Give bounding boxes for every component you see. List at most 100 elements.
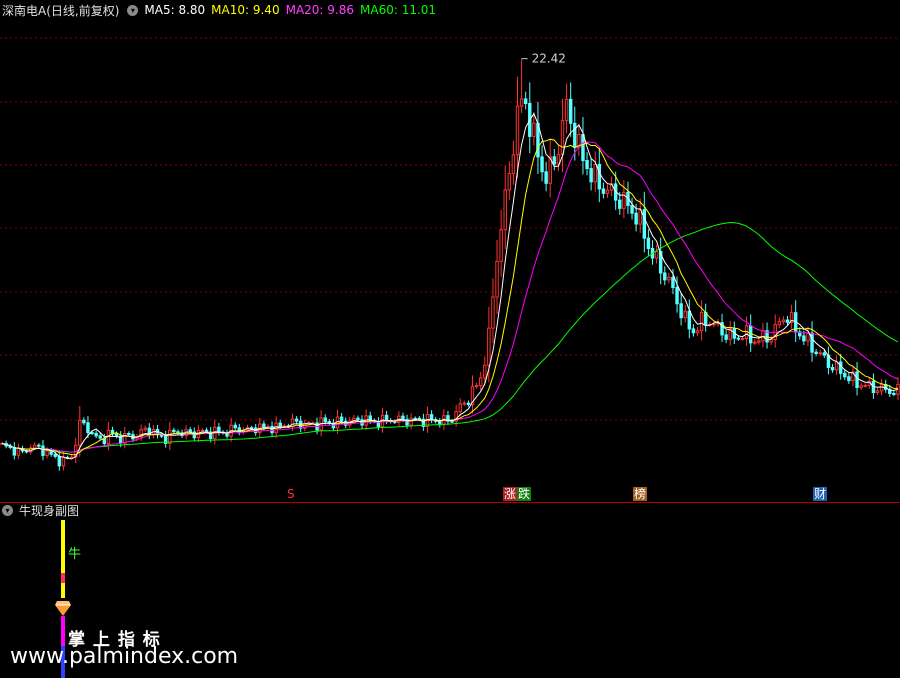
candle-body [523, 98, 528, 105]
candle-body [736, 337, 741, 340]
candle-body [859, 385, 863, 388]
candle-body [687, 310, 692, 330]
candle-body [519, 98, 524, 107]
candle-body [323, 417, 327, 423]
main-chart-header: 深南电A(日线,前复权) ▾ MA5: 8.80 MA10: 9.40 MA20… [0, 0, 442, 20]
ma5-value: MA5: 8.80 [144, 3, 206, 17]
candle-body [82, 419, 86, 424]
candle-body [278, 422, 282, 427]
candle-body [663, 272, 667, 281]
candle-body [127, 433, 131, 436]
candle-body [568, 98, 573, 124]
event-badge-s[interactable]: S [286, 487, 296, 501]
candle-body [679, 303, 683, 319]
candle-body [483, 364, 487, 379]
diamond-icon [55, 601, 71, 616]
ma10-line [1, 138, 899, 456]
bull-label: 牛 [68, 547, 82, 562]
candle-body [564, 98, 569, 122]
signal-bar-magenta [61, 616, 65, 646]
candle-body [589, 168, 593, 183]
candle-body [294, 418, 299, 422]
candle-body [474, 385, 479, 388]
candle-body [69, 456, 74, 459]
candle-body [634, 212, 638, 225]
candle-body [544, 171, 548, 184]
candle-body [646, 237, 651, 249]
candle-body [45, 450, 49, 456]
signal-bar-yellow-2 [61, 583, 65, 598]
candlestick-chart[interactable]: 22.42 [0, 0, 900, 503]
candle-body [57, 455, 62, 467]
dropdown-circle-icon[interactable]: ▾ [127, 4, 139, 16]
candle-body [630, 204, 634, 214]
candle-body [605, 189, 610, 194]
candle-body [491, 296, 495, 329]
event-badge-limit-up[interactable]: 涨 [503, 487, 518, 501]
candle-body [585, 160, 589, 170]
candle-body [41, 445, 45, 456]
candle-body [33, 444, 37, 449]
candle-body [822, 352, 827, 356]
event-badge-finance[interactable]: 财 [813, 487, 828, 501]
candle-body [78, 419, 82, 446]
candle-body [601, 188, 606, 194]
candle-body [339, 416, 344, 422]
main-chart-panel[interactable]: 22.42 深南电A(日线,前复权) ▾ MA5: 8.80 MA10: 9.4… [0, 0, 900, 503]
candle-body [879, 383, 884, 392]
candle-body [200, 429, 205, 432]
candle-body [806, 332, 810, 342]
candle-body [724, 334, 728, 340]
candle-body [409, 417, 413, 426]
peak-price-label: 22.42 [532, 52, 566, 66]
candle-body [863, 384, 867, 387]
candle-body [429, 414, 434, 421]
candle-body [875, 390, 880, 394]
candle-body [740, 337, 745, 340]
candle-body [262, 423, 266, 428]
candle-body [556, 154, 561, 165]
candle-body [814, 351, 818, 355]
candle-body [540, 156, 544, 173]
candle-body [777, 321, 782, 326]
candle-body [847, 376, 851, 382]
candle-body [270, 425, 274, 434]
candle-body [785, 319, 790, 323]
candle-body [691, 328, 696, 334]
candle-body [462, 402, 467, 405]
event-badge-ranking[interactable]: 榜 [633, 487, 648, 501]
symbol-title[interactable]: 深南电A(日线,前复权) [2, 2, 119, 19]
candle-body [581, 134, 585, 162]
event-badge-limit-down[interactable]: 跌 [517, 487, 532, 501]
candle-body [458, 403, 462, 413]
candle-body [560, 120, 565, 156]
candle-body [818, 352, 822, 355]
candle-body [593, 163, 597, 183]
candle-body [618, 199, 622, 209]
candle-body [94, 432, 98, 437]
candle-body [172, 429, 176, 433]
candle-body [769, 339, 773, 343]
candle-body [810, 332, 814, 353]
signal-bar-red [61, 573, 65, 583]
candle-body [761, 330, 765, 342]
candle-body [667, 276, 671, 281]
candle-body [49, 450, 53, 455]
candle-body [838, 361, 843, 374]
candle-body [53, 453, 57, 457]
ma60-value: MA60: 11.01 [360, 3, 437, 17]
candle-body [843, 372, 847, 378]
ma20-value: MA20: 9.86 [285, 3, 355, 17]
candle-body [855, 371, 859, 388]
ma10-value: MA10: 9.40 [211, 3, 280, 17]
candle-body [98, 435, 102, 439]
indicator-panel[interactable]: ▾ 牛现身副图 牛 掌 上 指 标 www.palmindex.com [0, 503, 900, 678]
candle-body [61, 456, 66, 467]
candle-body [642, 209, 647, 239]
candle-body [830, 366, 835, 371]
candle-body [834, 361, 839, 371]
candle-body [515, 105, 520, 156]
candle-body [802, 335, 806, 342]
candle-body [114, 433, 119, 437]
ma20-line [1, 141, 899, 453]
